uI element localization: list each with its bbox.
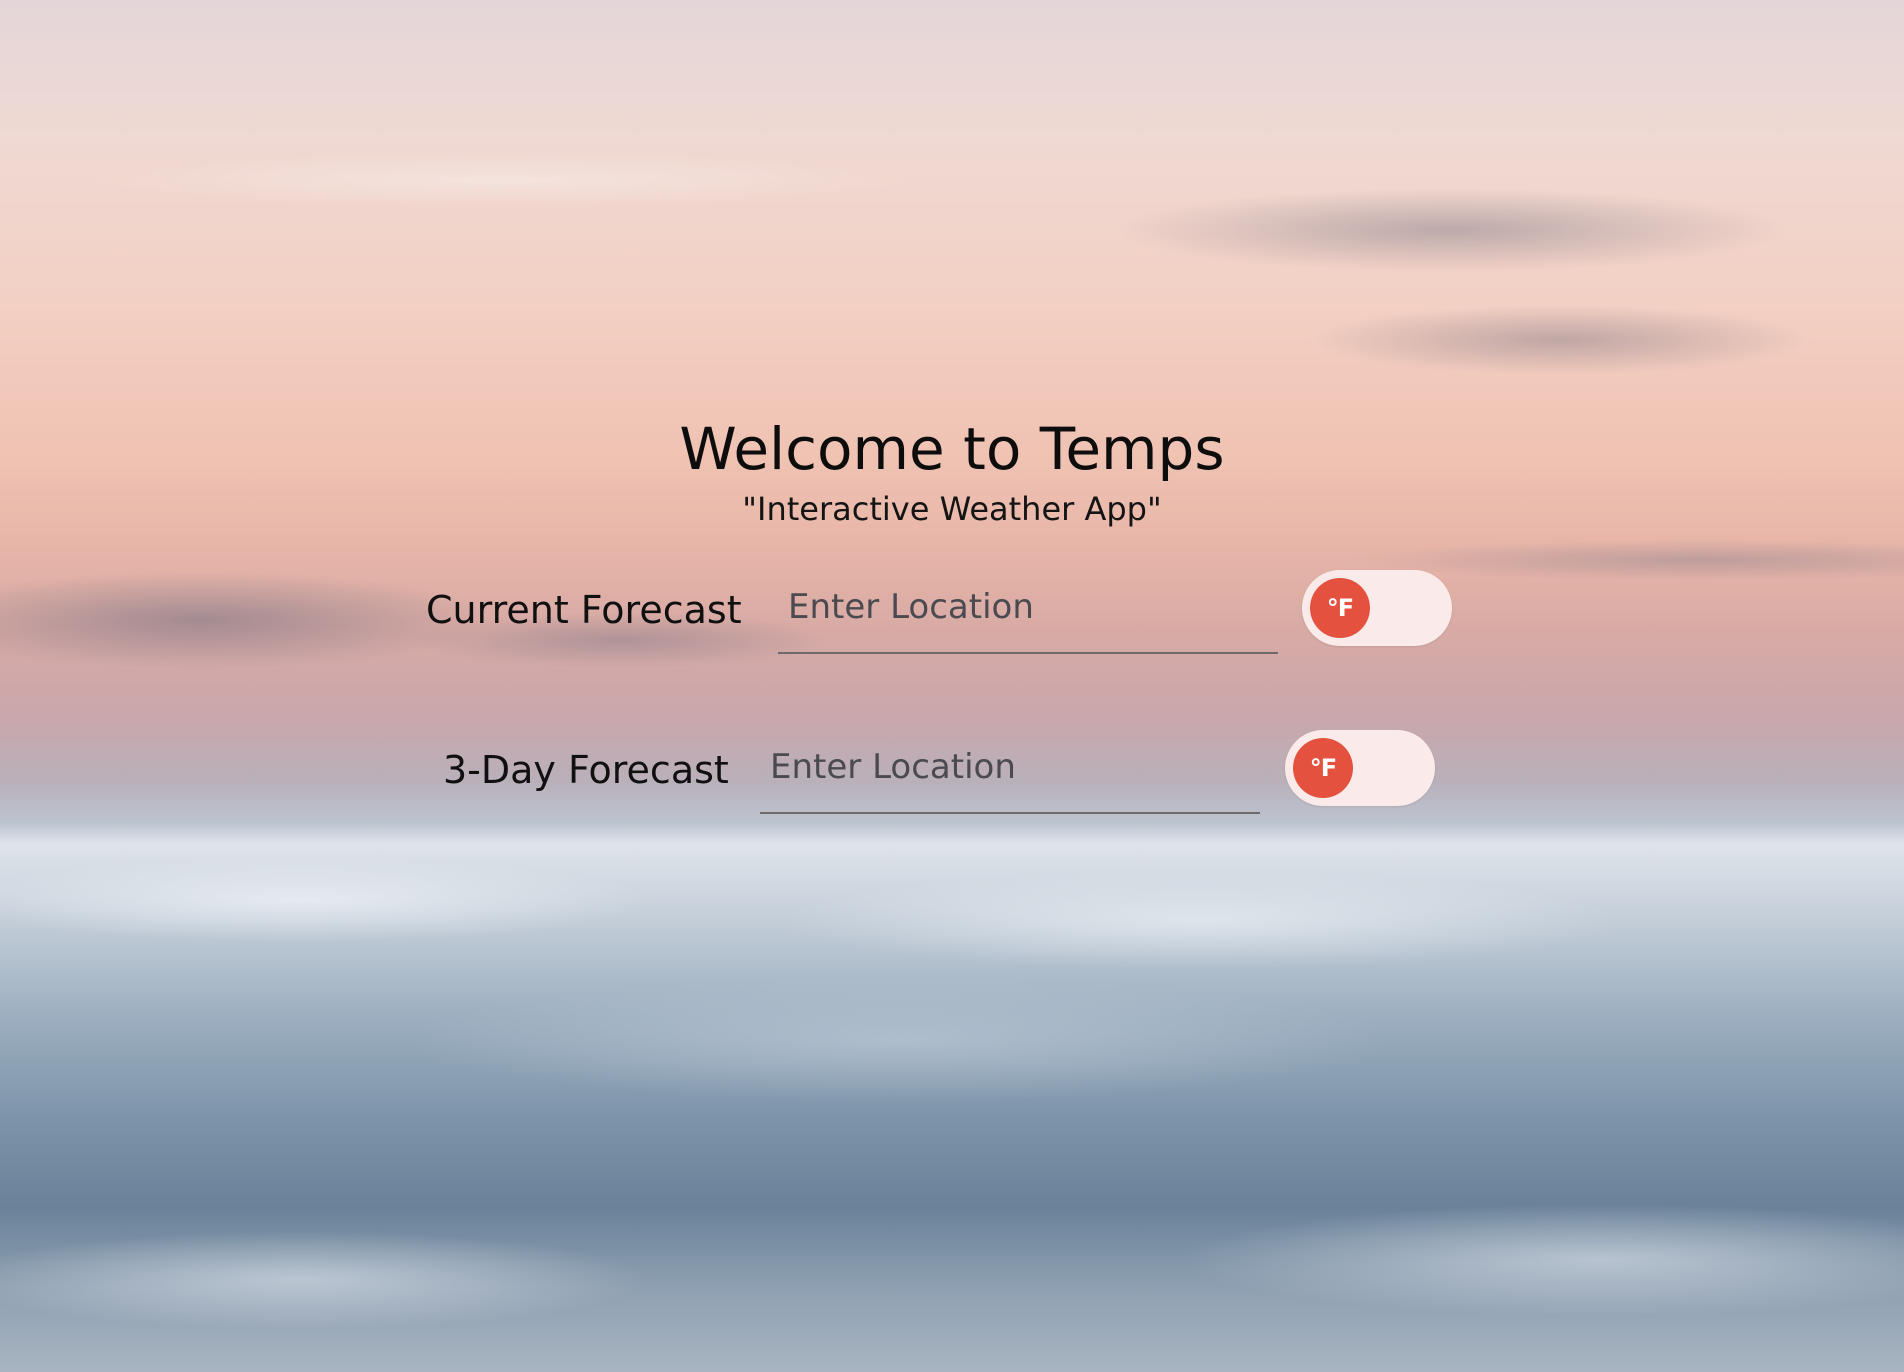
current-forecast-row: Current Forecast °F xyxy=(0,570,1904,654)
three-day-forecast-row: 3-Day Forecast °F xyxy=(0,730,1904,814)
fahrenheit-toggle-knob[interactable]: °F xyxy=(1310,578,1370,638)
three-day-forecast-location-field xyxy=(760,730,1260,814)
current-forecast-location-field xyxy=(778,570,1278,654)
main-content: Welcome to Temps "Interactive Weather Ap… xyxy=(0,0,1904,1372)
three-day-forecast-label: 3-Day Forecast xyxy=(443,748,729,792)
fahrenheit-toggle-knob[interactable]: °F xyxy=(1293,738,1353,798)
page-title: Welcome to Temps xyxy=(679,415,1225,483)
three-day-forecast-unit-toggle[interactable]: °F xyxy=(1285,730,1435,806)
three-day-forecast-location-input[interactable] xyxy=(770,742,1250,792)
page-subtitle: "Interactive Weather App" xyxy=(742,490,1162,528)
current-forecast-location-input[interactable] xyxy=(788,582,1268,632)
current-forecast-label: Current Forecast xyxy=(426,588,742,632)
current-forecast-unit-toggle[interactable]: °F xyxy=(1302,570,1452,646)
